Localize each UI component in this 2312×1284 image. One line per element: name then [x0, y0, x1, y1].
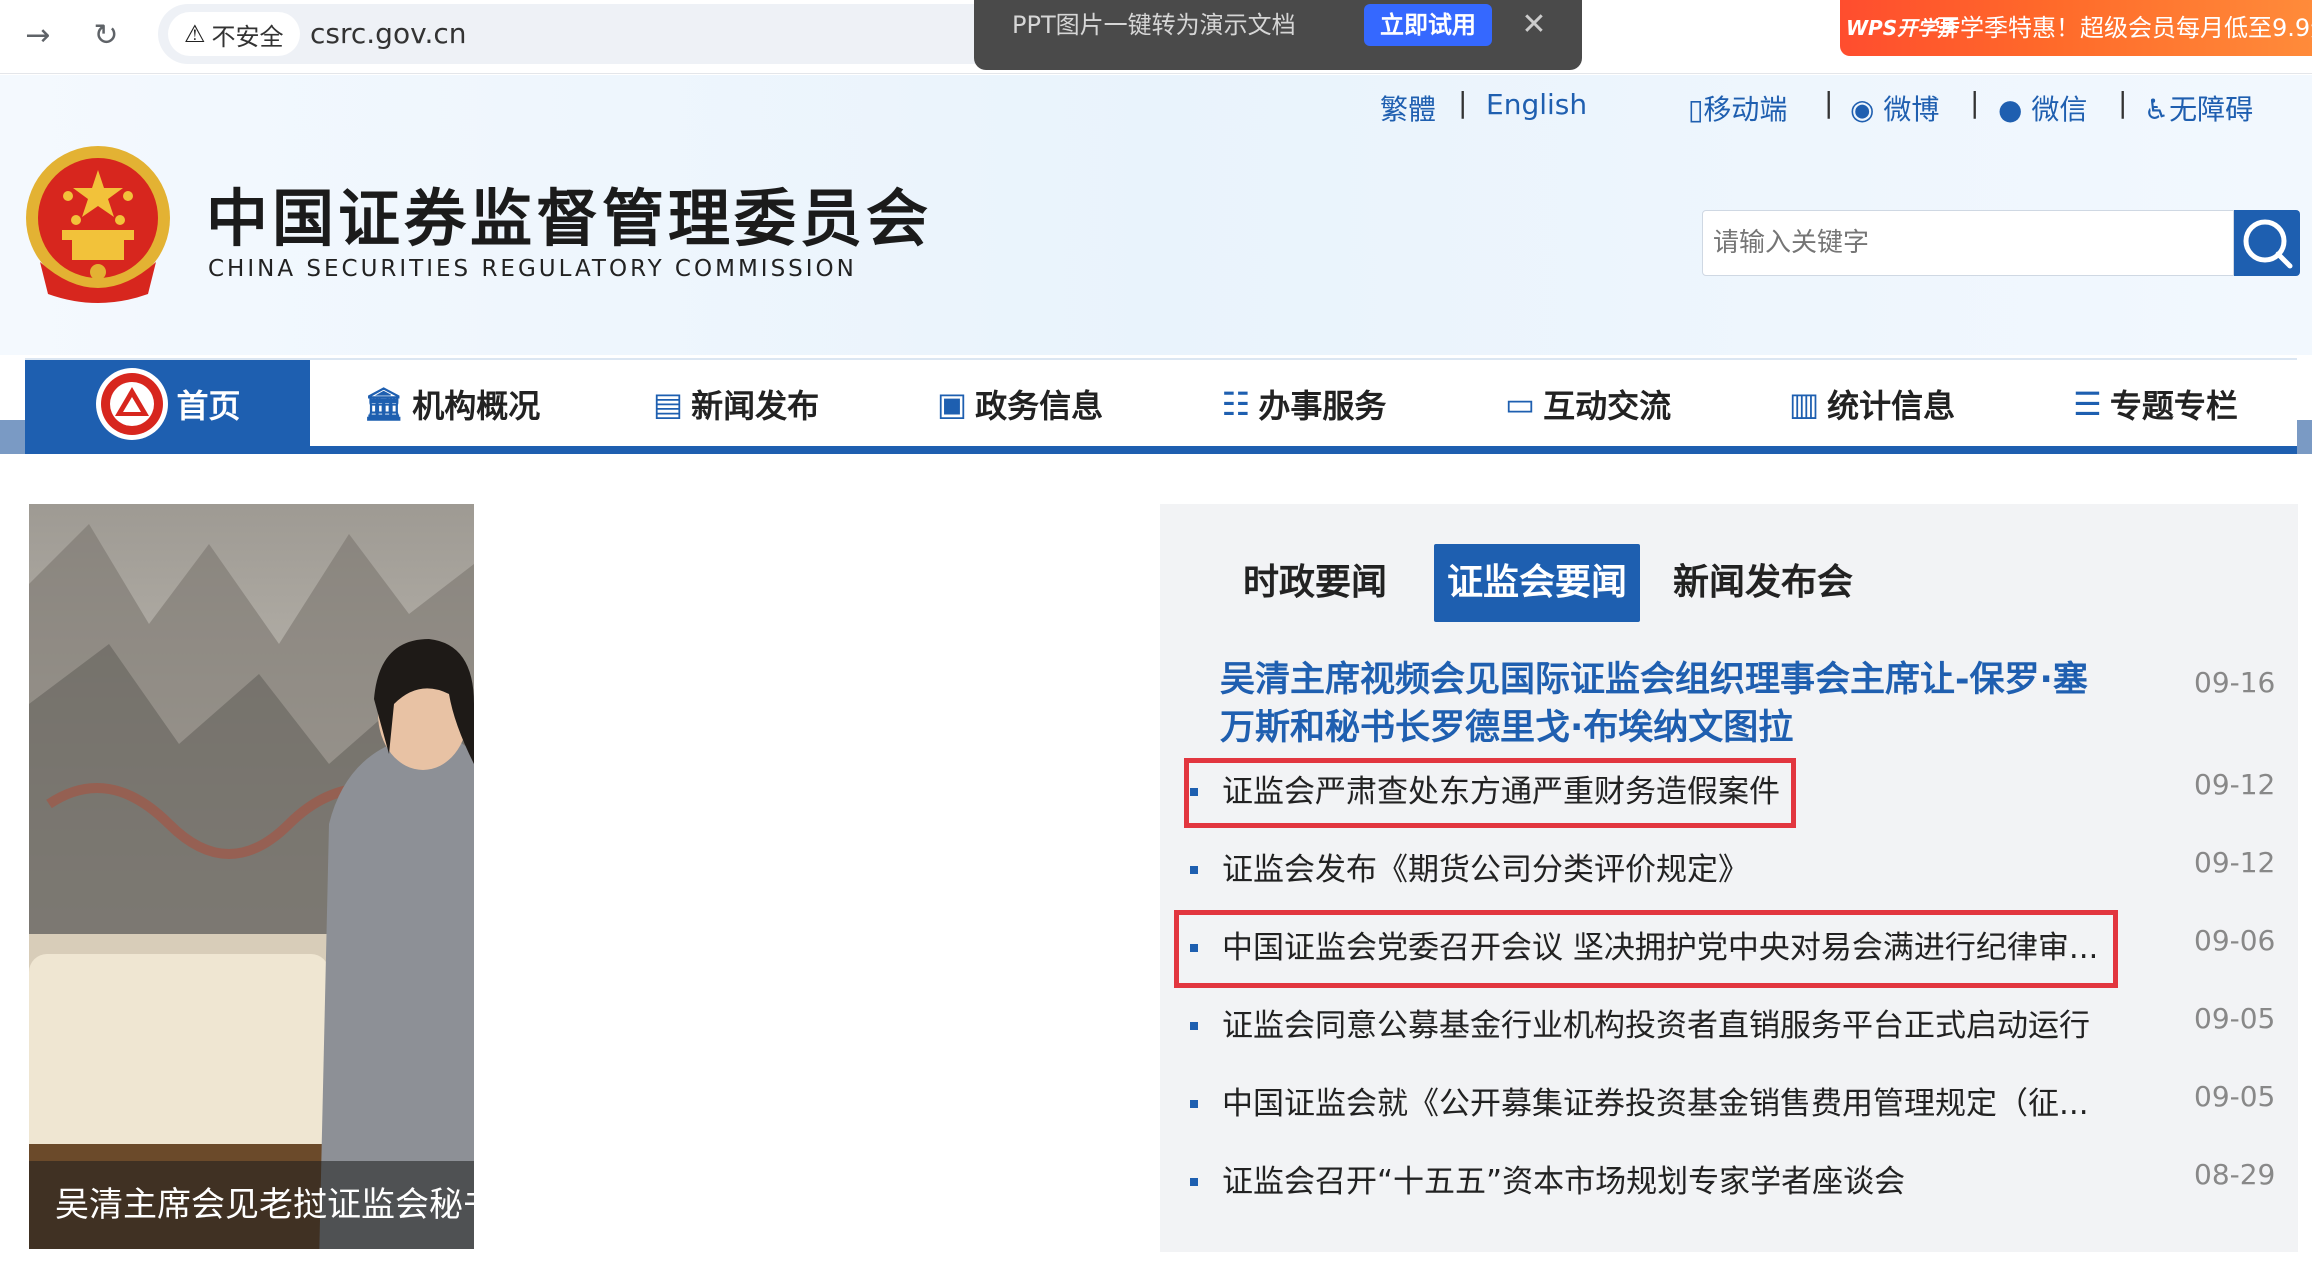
institution-icon: 🏛 [363, 385, 405, 423]
headline-date: 09-16 [2194, 666, 2276, 699]
news-list-item[interactable]: 证监会发布《期货公司分类评价规定》 [1190, 844, 2130, 889]
separator: | [1458, 86, 1468, 119]
wps-popup: PPT图片一键转为演示文档 立即试用 ✕ [974, 0, 1582, 70]
url-text[interactable]: csrc.gov.cn [310, 4, 467, 64]
news-panel: 时政要闻 证监会要闻 新闻发布会 吴清主席视频会见国际证监会组织理事会主席让-保… [1160, 504, 2298, 1252]
traditional-chinese-link[interactable]: 繁體 [1380, 88, 1436, 128]
wps-ad-banner[interactable]: WPS开学季 开学季特惠！超级会员每月低至9.9元 [1840, 0, 2312, 56]
nav-item-interaction[interactable]: ▭ 互动交流 [1446, 360, 1730, 448]
tab-csrc-news[interactable]: 证监会要闻 [1434, 544, 1640, 622]
news-list-item[interactable]: 证监会召开“十五五”资本市场规划专家学者座谈会 [1190, 1156, 2130, 1201]
nav-item-news[interactable]: ▤ 新闻发布 [594, 360, 878, 448]
news-photo[interactable]: 吴清主席会见老挝证监会秘书长 [29, 504, 474, 1249]
news-date: 09-12 [2194, 846, 2276, 879]
security-chip[interactable]: ⚠ 不安全 [168, 12, 300, 56]
nav-label: 首页 [176, 387, 241, 425]
english-link[interactable]: English [1486, 88, 1587, 121]
wps-popup-message: PPT图片一键转为演示文档 [1012, 11, 1296, 39]
document-list-icon: ☷ [1221, 385, 1251, 423]
nav-edge [2297, 420, 2312, 454]
wechat-icon: ● [1998, 93, 2023, 126]
mobile-link[interactable]: ▯移动端 [1688, 88, 1787, 128]
nav-item-about[interactable]: 🏛 机构概况 [310, 360, 594, 448]
bullet-icon [1190, 865, 1198, 874]
try-now-button[interactable]: 立即试用 [1364, 4, 1492, 46]
accessibility-link[interactable]: ♿无障碍 [2144, 88, 2253, 128]
newspaper-icon: ▤ [652, 385, 684, 423]
mobile-icon: ▯ [1688, 93, 1704, 126]
bullet-icon [1190, 1177, 1198, 1186]
headline-link[interactable]: 吴清主席视频会见国际证监会组织理事会主席让-保罗·塞万斯和秘书长罗德里戈·布埃纳… [1220, 656, 2100, 752]
csrc-logo-icon [96, 368, 169, 440]
search-button[interactable] [2234, 210, 2300, 276]
close-icon[interactable]: ✕ [1512, 0, 1556, 50]
news-list-item[interactable]: 中国证监会就《公开募集证券投资基金销售费用管理规定（征... [1190, 1078, 2130, 1123]
news-date: 09-05 [2194, 1002, 2276, 1035]
bullet-icon [1190, 1021, 1198, 1030]
monitor-icon: ▣ [936, 385, 968, 423]
highlight-box [1184, 758, 1796, 828]
tab-current-affairs[interactable]: 时政要闻 [1220, 544, 1410, 622]
news-date: 09-12 [2194, 768, 2276, 801]
nav-item-government-info[interactable]: ▣ 政务信息 [878, 360, 1162, 448]
separator: | [2118, 86, 2128, 119]
nav-item-services[interactable]: ☷ 办事服务 [1162, 360, 1446, 448]
search-input[interactable] [1702, 210, 2234, 276]
national-emblem-logo [26, 146, 170, 303]
photo-image [29, 504, 474, 1249]
wechat-link[interactable]: ● 微信 [1998, 88, 2087, 128]
separator: | [1970, 86, 1980, 119]
chat-icon: ▭ [1504, 385, 1536, 423]
separator: | [1824, 86, 1834, 119]
news-list-item[interactable]: 证监会同意公募基金行业机构投资者直销服务平台正式启动运行 [1190, 1000, 2130, 1045]
nav-item-home[interactable]: 首页 [25, 360, 310, 448]
bar-chart-icon: ▥ [1788, 385, 1820, 423]
bullet-icon [1190, 1099, 1198, 1108]
forward-icon[interactable]: → [16, 14, 60, 58]
wps-ad-text: 开学季特惠！超级会员每月低至9.9元 [1936, 14, 2312, 42]
main-nav: 首页 🏛 机构概况 ▤ 新闻发布 ▣ 政务信息 ☷ 办事服务 ▭ 互动交流 ▥ 统计信息 ☰… [25, 358, 2297, 454]
nav-item-topics[interactable]: ☰ 专题专栏 [2014, 360, 2297, 448]
site-subtitle: CHINA SECURITIES REGULATORY COMMISSION [208, 256, 857, 282]
site-title[interactable]: 中国证券监督管理委员会 [206, 168, 932, 258]
warning-icon: ⚠ [184, 20, 206, 48]
tab-press-conference[interactable]: 新闻发布会 [1664, 544, 1862, 622]
security-label: 不安全 [211, 22, 284, 51]
weibo-icon: ◉ [1850, 93, 1875, 126]
search-icon [2243, 219, 2293, 269]
reload-icon[interactable]: ↻ [84, 14, 128, 58]
news-date: 08-29 [2194, 1158, 2276, 1191]
nav-item-statistics[interactable]: ▥ 统计信息 [1730, 360, 2014, 448]
nav-edge [0, 420, 25, 454]
accessibility-icon: ♿ [2144, 93, 2170, 126]
highlight-box [1174, 910, 2118, 988]
news-date: 09-05 [2194, 1080, 2276, 1113]
weibo-link[interactable]: ◉ 微博 [1850, 88, 1939, 128]
news-date: 09-06 [2194, 924, 2276, 957]
photo-caption[interactable]: 吴清主席会见老挝证监会秘书长 [29, 1161, 474, 1249]
notepad-icon: ☰ [2073, 385, 2102, 423]
